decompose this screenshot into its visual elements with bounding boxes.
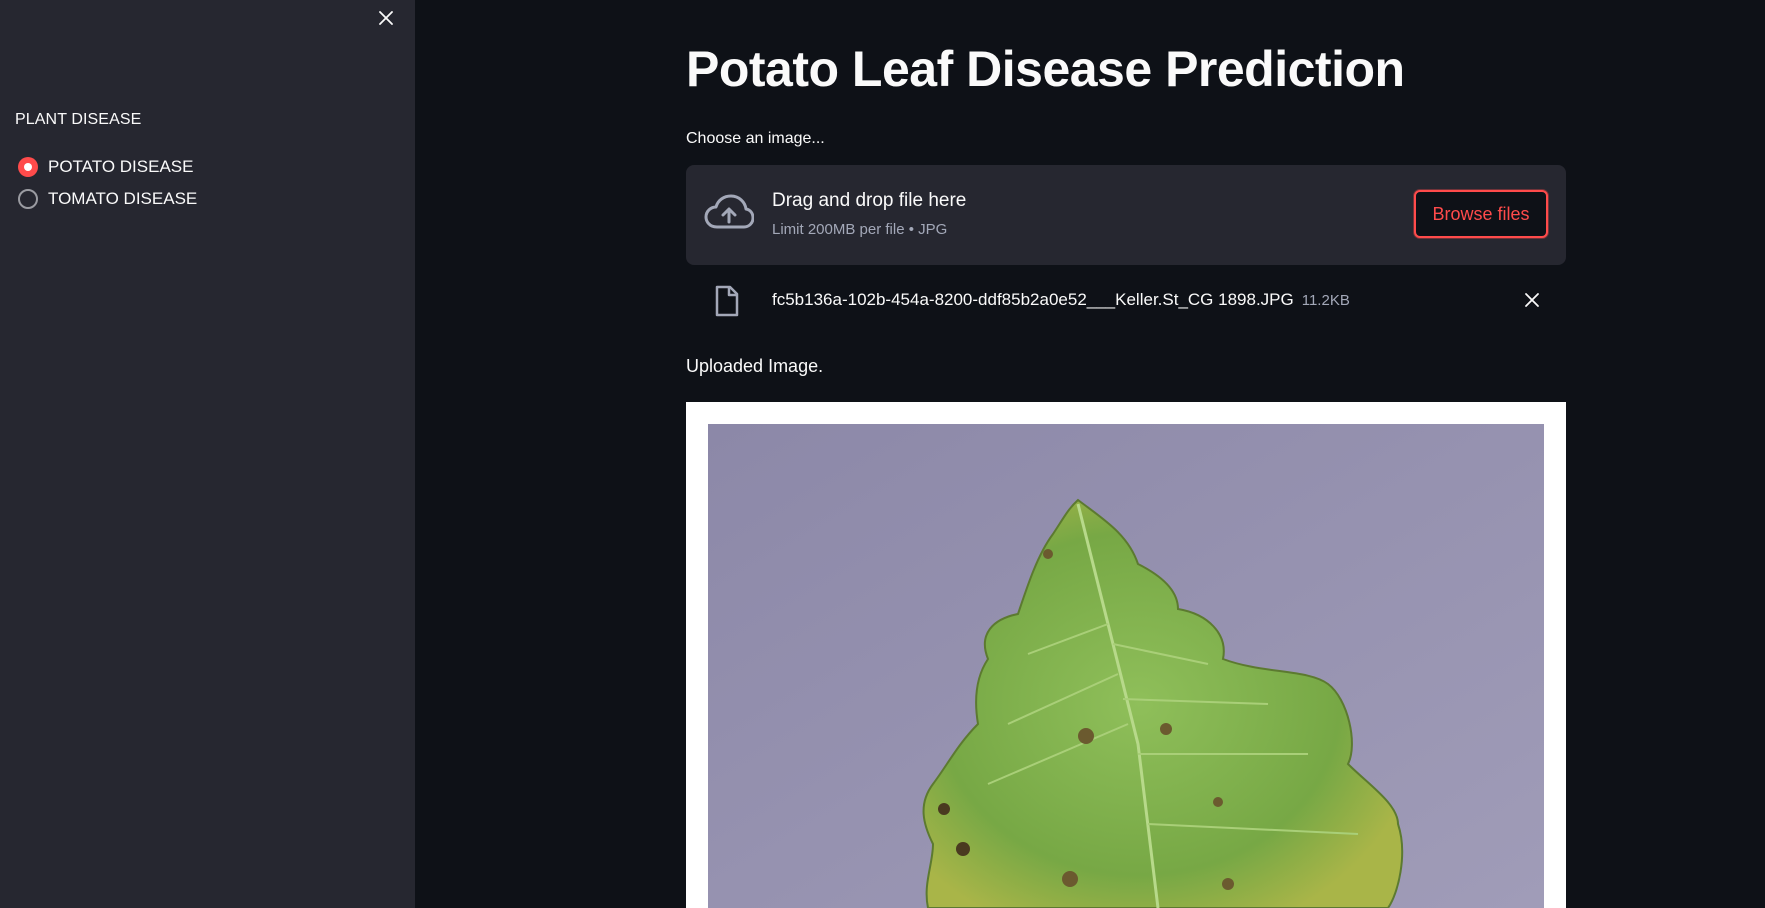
remove-file-button[interactable] — [1520, 288, 1544, 312]
image-caption: Uploaded Image. — [686, 356, 824, 376]
file-name-text: fc5b136a-102b-454a-8200-ddf85b2a0e52___K… — [772, 290, 1294, 309]
radio-label: TOMATO DISEASE — [48, 189, 198, 208]
browse-files-button[interactable]: Browse files — [1414, 190, 1548, 238]
radio-label: POTATO DISEASE — [48, 157, 194, 176]
file-size: 11.2KB — [1301, 292, 1350, 309]
close-icon — [1525, 293, 1539, 307]
file-icon — [715, 285, 739, 317]
radio-option-potato-disease[interactable]: POTATO DISEASE — [18, 151, 197, 183]
dropzone-title: Drag and drop file here — [772, 190, 967, 211]
plant-disease-radio-group: POTATO DISEASE TOMATO DISEASE — [18, 151, 197, 215]
cloud-upload-icon — [704, 194, 754, 229]
uploaded-leaf-image — [708, 424, 1544, 908]
sidebar-close-button[interactable] — [374, 6, 398, 30]
uploaded-file-row: fc5b136a-102b-454a-8200-ddf85b2a0e52___K… — [686, 275, 1566, 325]
close-icon — [379, 11, 393, 25]
radio-option-tomato-disease[interactable]: TOMATO DISEASE — [18, 183, 197, 215]
sidebar: PLANT DISEASE POTATO DISEASE TOMATO DISE… — [0, 0, 415, 908]
file-dropzone[interactable]: Drag and drop file here Limit 200MB per … — [686, 165, 1566, 265]
sidebar-heading: PLANT DISEASE — [15, 111, 142, 128]
radio-selected-icon — [18, 157, 38, 177]
page-title: Potato Leaf Disease Prediction — [686, 41, 1405, 97]
dropzone-limit: Limit 200MB per file • JPG — [772, 221, 948, 238]
uploaded-image-frame — [686, 402, 1566, 908]
uploader-label: Choose an image... — [686, 130, 825, 147]
file-name: fc5b136a-102b-454a-8200-ddf85b2a0e52___K… — [772, 290, 1350, 310]
radio-unselected-icon — [18, 189, 38, 209]
